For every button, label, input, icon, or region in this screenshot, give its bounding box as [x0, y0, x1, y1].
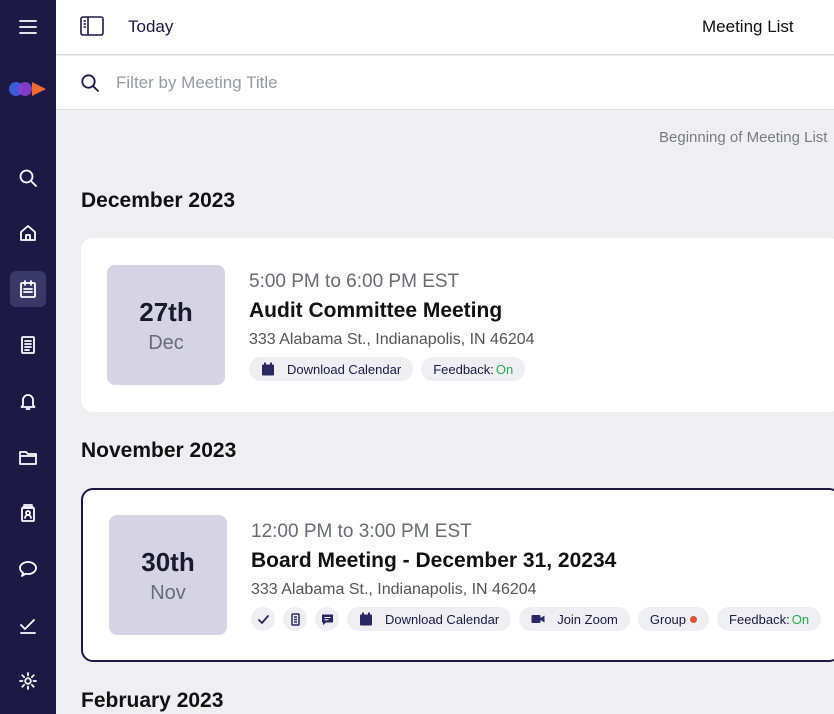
sidebar-item-calendar[interactable]: [10, 271, 46, 307]
calendar-icon: [20, 280, 36, 298]
join-zoom-button[interactable]: Join Zoom: [519, 607, 630, 631]
month-heading: November 2023: [81, 439, 237, 462]
page-title: Meeting List: [702, 17, 794, 36]
meeting-title[interactable]: Audit Committee Meeting: [249, 299, 502, 323]
sidebar-item-tasks[interactable]: [10, 607, 46, 643]
meeting-time: 12:00 PM to 3:00 PM EST: [251, 521, 472, 542]
folder-icon: [19, 451, 37, 465]
attendance-check-button[interactable]: [251, 607, 275, 631]
sidebar-item-directory[interactable]: [10, 495, 46, 531]
meeting-title[interactable]: Board Meeting - December 31, 20234: [251, 549, 616, 573]
feedback-label: Feedback:: [433, 361, 494, 377]
menu-icon: [19, 20, 37, 34]
document-icon: [21, 336, 35, 354]
calendar-icon: [262, 362, 274, 376]
meeting-address: 333 Alabama St., Indianapolis, IN 46204: [251, 581, 537, 598]
sidebar-item-search[interactable]: [10, 160, 46, 196]
tasks-icon: [20, 619, 36, 634]
sidebar-item-home[interactable]: [10, 215, 46, 251]
bell-icon: [20, 394, 36, 410]
list-beginning-label: Beginning of Meeting List: [659, 129, 828, 146]
download-calendar-button[interactable]: Download Calendar: [249, 357, 414, 381]
calendar-icon: [360, 612, 372, 626]
document-icon: [290, 612, 300, 626]
download-calendar-label: Download Calendar: [287, 361, 402, 377]
meeting-actions: Download Calendar Feedback: On: [249, 357, 526, 381]
date-day: 27th: [139, 297, 193, 327]
date-day: 30th: [141, 547, 195, 577]
date-badge: 30th Nov: [109, 515, 227, 635]
group-label: Group: [649, 611, 687, 627]
feedback-label: Feedback:: [729, 611, 790, 627]
sidebar-item-files[interactable]: [10, 439, 46, 475]
month-heading: February 2023: [81, 689, 224, 712]
checkmark-icon: [257, 614, 269, 624]
feedback-status[interactable]: Feedback: On: [717, 607, 822, 631]
meeting-actions: Download Calendar Join Zoom Group Feedba…: [251, 607, 822, 631]
search-icon: [19, 169, 37, 187]
directory-icon: [21, 504, 35, 522]
comments-button[interactable]: [315, 607, 339, 631]
meeting-card[interactable]: 27th Dec 5:00 PM to 6:00 PM EST Audit Co…: [81, 238, 834, 412]
date-month: Nov: [150, 582, 186, 604]
sidebar-item-notifications[interactable]: [10, 383, 46, 419]
today-button[interactable]: Today: [128, 17, 173, 37]
filter-bar: [56, 56, 834, 110]
video-camera-icon: [531, 615, 545, 623]
sidebar-item-chat[interactable]: [10, 551, 46, 587]
month-heading: December 2023: [81, 189, 236, 212]
feedback-status[interactable]: Feedback: On: [421, 357, 526, 381]
date-badge: 27th Dec: [107, 265, 225, 385]
download-calendar-label: Download Calendar: [385, 611, 500, 627]
feedback-value: On: [495, 361, 514, 377]
menu-button[interactable]: [10, 9, 46, 45]
app-logo: [9, 82, 46, 96]
date-month: Dec: [148, 332, 184, 354]
meeting-title-filter-input[interactable]: [116, 70, 806, 96]
download-calendar-button[interactable]: Download Calendar: [347, 607, 512, 631]
gear-icon: [19, 672, 37, 690]
top-bar: Today Meeting List: [56, 0, 834, 55]
feedback-value: On: [791, 611, 810, 627]
agenda-button[interactable]: [283, 607, 307, 631]
search-icon: [81, 74, 99, 92]
chat-icon: [19, 561, 37, 577]
sidebar-toggle-icon[interactable]: [80, 16, 104, 36]
meeting-address: 333 Alabama St., Indianapolis, IN 46204: [249, 331, 535, 348]
sidebar-item-settings[interactable]: [10, 663, 46, 699]
join-zoom-label: Join Zoom: [557, 611, 618, 627]
notification-dot: [690, 615, 698, 623]
comment-icon: [321, 614, 333, 625]
home-icon: [20, 225, 36, 241]
meeting-time: 5:00 PM to 6:00 PM EST: [249, 271, 460, 292]
group-button[interactable]: Group: [637, 607, 710, 631]
sidebar-item-documents[interactable]: [10, 327, 46, 363]
sidebar: [0, 0, 56, 714]
meeting-card[interactable]: 30th Nov 12:00 PM to 3:00 PM EST Board M…: [81, 488, 834, 662]
